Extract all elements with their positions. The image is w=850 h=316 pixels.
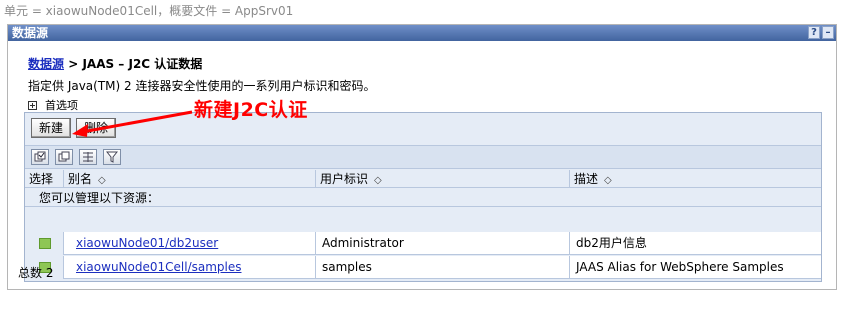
page-description: 指定供 Java(TM) 2 连接器安全性使用的一系列用户标识和密码。: [28, 79, 376, 93]
minimize-icon[interactable]: –: [822, 26, 834, 39]
description-cell: JAAS Alias for WebSphere Samples: [569, 256, 823, 279]
show-filter-icon[interactable]: [79, 149, 97, 165]
user-id-cell: samples: [315, 256, 569, 279]
breadcrumb: 数据源 > JAAS – J2C 认证数据: [28, 55, 202, 72]
deselect-all-icon[interactable]: [55, 149, 73, 165]
new-button[interactable]: 新建: [31, 118, 71, 138]
row-checkbox[interactable]: [39, 238, 51, 249]
sort-icon[interactable]: ◇: [374, 175, 382, 186]
resource-scope-note: 您可以管理以下资源：: [25, 189, 821, 207]
annotation-label: 新建J2C认证: [194, 99, 308, 121]
table-row: xiaowuNode01Cell/samples samples JAAS Al…: [25, 256, 821, 279]
table-icon-toolbar: [25, 145, 821, 169]
panel-title: 数据源: [12, 26, 49, 40]
help-icon[interactable]: ?: [808, 26, 820, 39]
datasource-panel: 数据源 ? – 数据源 > JAAS – J2C 认证数据 指定供 Java(T…: [7, 24, 837, 290]
column-user-id[interactable]: 用户标识 ◇: [315, 170, 569, 188]
column-alias[interactable]: 别名 ◇: [63, 170, 315, 188]
breadcrumb-current: JAAS – J2C 认证数据: [82, 57, 203, 71]
sort-icon[interactable]: ◇: [98, 175, 106, 186]
select-all-icon[interactable]: [31, 149, 49, 165]
scope-bar: 单元 = xiaowuNode01Cell，概要文件 = AppSrv01: [4, 4, 294, 18]
column-alias-label: 别名: [68, 172, 93, 186]
table-row: xiaowuNode01/db2user Administrator db2用户…: [25, 232, 821, 255]
column-select: 选择: [29, 172, 54, 186]
user-id-cell: Administrator: [315, 232, 569, 255]
clear-filter-icon[interactable]: [103, 149, 121, 165]
expand-icon[interactable]: [28, 100, 37, 110]
column-user-id-label: 用户标识: [320, 172, 369, 186]
annotation-arrow-icon: [72, 110, 193, 137]
column-description-label: 描述: [574, 172, 599, 186]
alias-link[interactable]: xiaowuNode01Cell/samples: [76, 260, 242, 274]
table-header: 选择 别名 ◇ 用户标识 ◇ 描述 ◇: [25, 170, 821, 188]
sort-icon[interactable]: ◇: [604, 175, 612, 186]
breadcrumb-separator: >: [64, 57, 83, 71]
total-count: 总数 2: [18, 266, 54, 280]
breadcrumb-datasource-link[interactable]: 数据源: [28, 57, 64, 71]
panel-title-bar: 数据源 ? –: [8, 25, 836, 41]
alias-link[interactable]: xiaowuNode01/db2user: [76, 236, 218, 250]
column-description[interactable]: 描述 ◇: [569, 170, 823, 188]
description-cell: db2用户信息: [569, 232, 823, 255]
